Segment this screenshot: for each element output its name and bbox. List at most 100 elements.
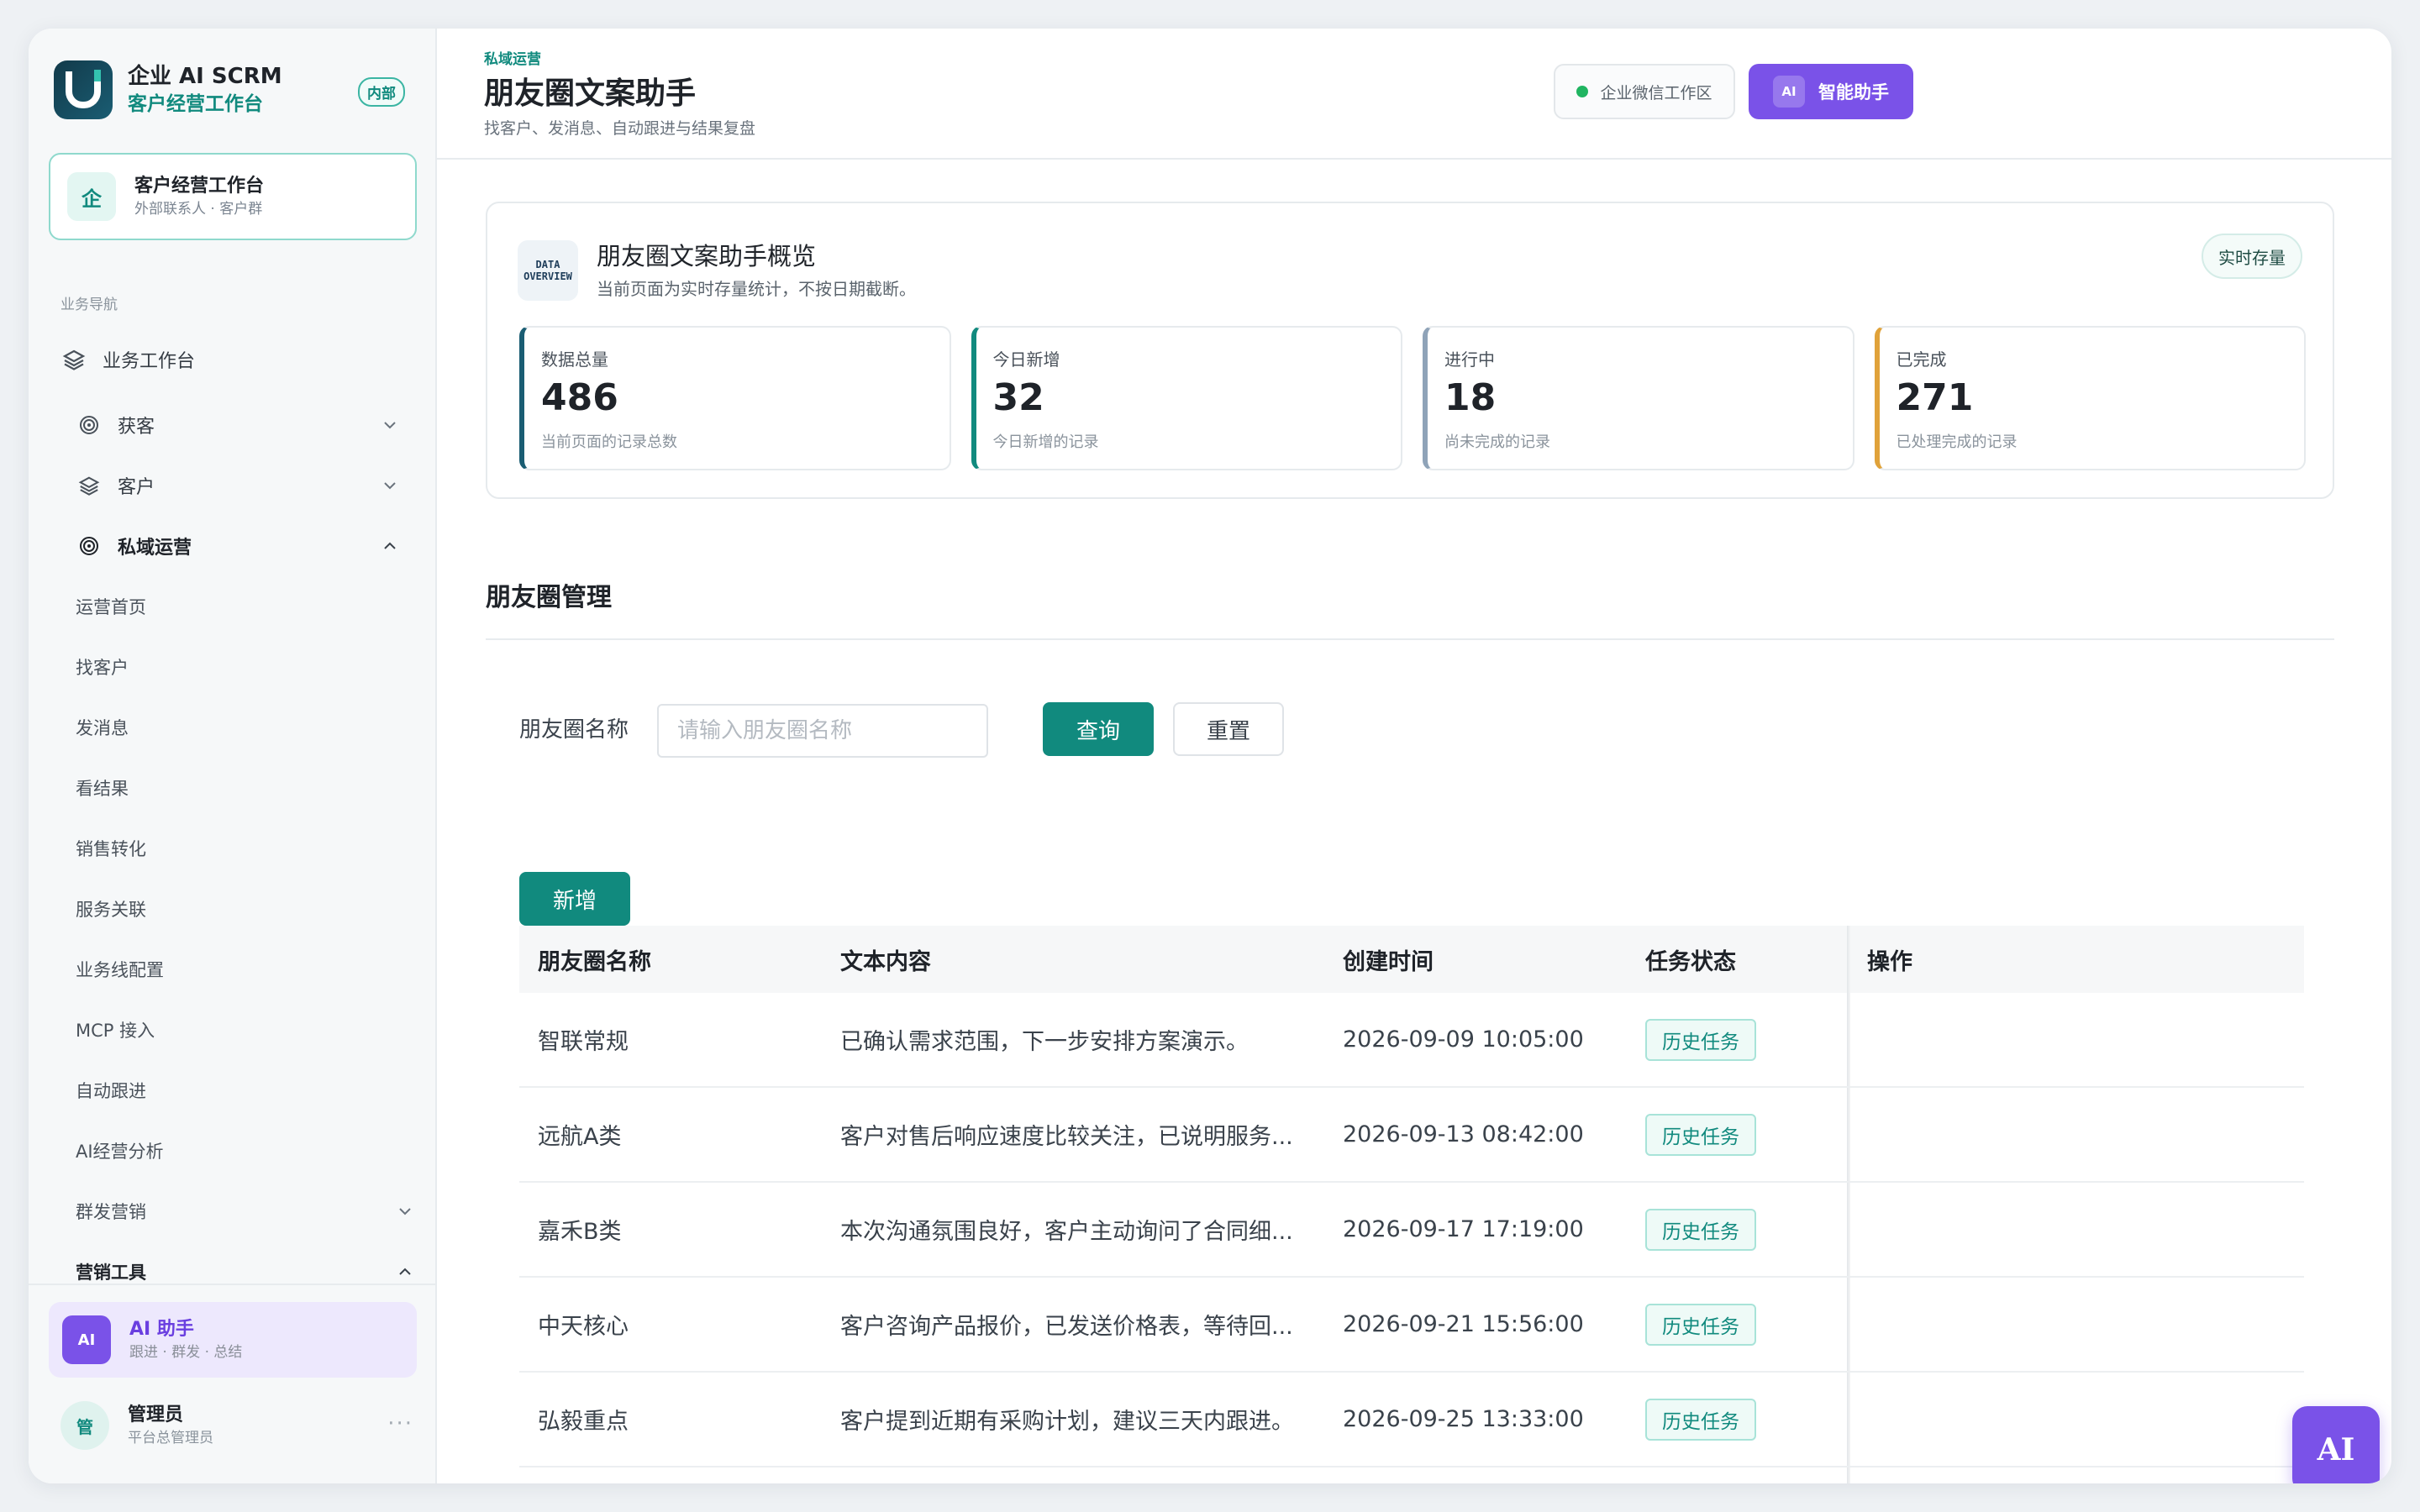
main-content: 私域运营 朋友圈文案助手 找客户、发消息、自动跟进与结果复盘 企业微信工作区 A… — [437, 29, 2391, 1483]
workspace-env-label: 企业微信工作区 — [1600, 83, 1712, 102]
table-row[interactable]: 嘉禾B类 本次沟通氛围良好，客户主动询问了合同细... 2026-09-17 17:… — [519, 1183, 2304, 1278]
sidebar-item-marketing-tools[interactable]: 营销工具 — [76, 1248, 429, 1295]
add-button[interactable]: 新增 — [519, 872, 630, 926]
status-badge: 历史任务 — [1645, 1208, 1756, 1251]
chevron-down-icon — [384, 482, 396, 490]
sidebar-item-view-results[interactable]: 看结果 — [76, 764, 429, 811]
reset-button[interactable]: 重置 — [1173, 702, 1284, 756]
ai-assistant-card[interactable]: AI AI 助手 跟进 · 群发 · 总结 — [49, 1302, 417, 1378]
chevron-up-icon — [384, 542, 396, 549]
layers-icon — [60, 346, 87, 373]
ai-card-title: AI 助手 — [129, 1319, 194, 1340]
filter-label: 朋友圈名称 — [519, 717, 629, 743]
ai-icon: AI — [1773, 76, 1805, 108]
table-row[interactable]: 智联常规 已确认需求范围，下一步安排方案演示。 2026-09-09 10:05:0… — [519, 993, 2304, 1088]
sidebar-item-label: 私域运营 — [118, 538, 192, 559]
app-window: 企业 AI SCRM 客户经营工作台 内部 企 客户经营工作台 外部联系人 · … — [29, 29, 2391, 1483]
stat-hint: 今日新增的记录 — [992, 433, 1099, 451]
status-dot-icon — [1576, 86, 1589, 97]
breadcrumb[interactable]: 私域运营 — [484, 47, 541, 68]
sidebar-item-acquire[interactable]: 获客 — [76, 402, 413, 449]
cell-created: 2026-09-09 10:05:00 — [1343, 1026, 1584, 1053]
sidebar-item-sales-conversion[interactable]: 销售转化 — [76, 825, 429, 872]
overview-title: 朋友圈文案助手概览 — [597, 242, 817, 270]
page-header: 私域运营 朋友圈文案助手 找客户、发消息、自动跟进与结果复盘 企业微信工作区 A… — [437, 29, 2391, 160]
sidebar-item-customer[interactable]: 客户 — [76, 462, 413, 509]
stat-value: 32 — [992, 376, 1044, 419]
sidebar-item-find-customer[interactable]: 找客户 — [76, 643, 429, 690]
stat-label: 今日新增 — [992, 349, 1060, 370]
sidebar-item-ai-analysis[interactable]: AI经营分析 — [76, 1127, 429, 1174]
ai-float-button[interactable]: AI — [2292, 1406, 2380, 1483]
cell-content: 客户咨询产品报价，已发送价格表，等待回... — [840, 1314, 1293, 1340]
page-subtitle: 找客户、发消息、自动跟进与结果复盘 — [484, 119, 756, 138]
sidebar-item-service-link[interactable]: 服务关联 — [76, 885, 429, 932]
stat-card-today: 今日新增 32 今日新增的记录 — [971, 326, 1402, 470]
status-badge: 历史任务 — [1645, 1113, 1756, 1156]
sidebar-item-label: 营销工具 — [76, 1263, 146, 1283]
data-overview-icon: DATA OVERVIEW — [518, 240, 578, 301]
stat-card-total: 数据总量 486 当前页面的记录总数 — [519, 326, 951, 470]
sidebar-item-label: 获客 — [118, 417, 155, 438]
more-icon[interactable]: ··· — [387, 1411, 413, 1436]
table-row[interactable]: 弘毅重点 客户提到近期有采购计划，建议三天内跟进。 2026-09-25 13:33… — [519, 1373, 2304, 1467]
section-title: 朋友圈管理 — [486, 583, 612, 612]
cell-content: 已确认需求范围，下一步安排方案演示。 — [840, 1029, 1249, 1055]
stat-card-done: 已完成 271 已处理完成的记录 — [1874, 326, 2306, 470]
section-divider — [486, 638, 2334, 640]
cell-name: 远航A类 — [538, 1124, 622, 1150]
sidebar-divider — [29, 1284, 437, 1285]
sidebar-item-business-config[interactable]: 业务线配置 — [76, 946, 429, 993]
workspace-switcher[interactable]: 企 客户经营工作台 外部联系人 · 客户群 — [49, 153, 417, 240]
table-row[interactable]: 锦程常规已确认需求范围，下一步安排方案演示。2026-09-02 11:10:0… — [519, 1467, 2304, 1483]
workspace-subtitle: 外部联系人 · 客户群 — [134, 201, 263, 218]
target-icon — [76, 533, 103, 559]
sidebar: 企业 AI SCRM 客户经营工作台 内部 企 客户经营工作台 外部联系人 · … — [29, 29, 437, 1483]
enterprise-icon: 企 — [67, 172, 116, 221]
sidebar-item-private-ops[interactable]: 私域运营 — [76, 522, 413, 570]
stats-row: 数据总量 486 当前页面的记录总数 今日新增 32 今日新增的记录 进行中 1… — [519, 326, 2306, 470]
user-profile[interactable]: 管 管理员 平台总管理员 ··· — [60, 1396, 413, 1455]
cell-name: 中天核心 — [538, 1314, 629, 1340]
sidebar-item-auto-follow[interactable]: 自动跟进 — [76, 1067, 429, 1114]
table-row[interactable]: 中天核心 客户咨询产品报价，已发送价格表，等待回... 2026-09-21 15:… — [519, 1278, 2304, 1373]
cell-created: 2026-09-13 08:42:00 — [1343, 1121, 1584, 1147]
cell-content: 本次沟通氛围良好，客户主动询问了合同细... — [840, 1219, 1293, 1245]
realtime-stock-pill[interactable]: 实时存量 — [2202, 234, 2302, 279]
sidebar-item-label: 群发营销 — [76, 1202, 146, 1222]
cell-created: 2026-09-25 13:33:00 — [1343, 1406, 1584, 1432]
column-header-name[interactable]: 朋友圈名称 — [538, 943, 651, 976]
ai-card-subtitle: 跟进 · 群发 · 总结 — [129, 1344, 243, 1361]
stat-label: 已完成 — [1896, 349, 1947, 370]
moments-name-input[interactable] — [657, 704, 988, 758]
chevron-down-icon — [384, 422, 396, 429]
internal-badge: 内部 — [358, 77, 405, 107]
chevron-up-icon — [399, 1268, 411, 1275]
sidebar-item-mass-marketing[interactable]: 群发营销 — [76, 1188, 429, 1235]
status-badge: 历史任务 — [1645, 1398, 1756, 1441]
stat-hint: 已处理完成的记录 — [1896, 433, 2018, 451]
cell-created: 2026-09-21 15:56:00 — [1343, 1311, 1584, 1337]
cell-created: 2026-09-17 17:19:00 — [1343, 1216, 1584, 1242]
column-header-status[interactable]: 任务状态 — [1645, 943, 1736, 976]
user-name: 管理员 — [128, 1404, 184, 1425]
sidebar-item-workbench[interactable]: 业务工作台 — [60, 336, 413, 383]
moments-table: 朋友圈名称 文本内容 创建时间 任务状态 操作 智联常规 已确认需求范围，下一步安… — [519, 926, 2304, 1483]
sidebar-item-mcp[interactable]: MCP 接入 — [76, 1006, 429, 1053]
smart-assistant-button[interactable]: AI 智能助手 — [1749, 64, 1913, 119]
column-header-content[interactable]: 文本内容 — [840, 943, 1319, 976]
table-row[interactable]: 远航A类 客户对售后响应速度比较关注，已说明服务... 2026-09-13 08:… — [519, 1088, 2304, 1183]
layers-icon — [76, 472, 103, 499]
table-header: 朋友圈名称 文本内容 创建时间 任务状态 操作 — [519, 926, 2304, 993]
brand[interactable]: 企业 AI SCRM 客户经营工作台 — [54, 60, 282, 119]
overview-card: DATA OVERVIEW 朋友圈文案助手概览 当前页面为实时存量统计，不按日期… — [486, 202, 2334, 499]
status-badge: 历史任务 — [1645, 1018, 1756, 1061]
column-header-created[interactable]: 创建时间 — [1343, 943, 1434, 976]
sidebar-item-send-message[interactable]: 发消息 — [76, 704, 429, 751]
query-button[interactable]: 查询 — [1043, 702, 1154, 756]
workspace-env-button[interactable]: 企业微信工作区 — [1554, 64, 1735, 119]
status-badge: 历史任务 — [1645, 1303, 1756, 1346]
cell-content: 客户对售后响应速度比较关注，已说明服务... — [840, 1124, 1293, 1150]
column-header-actions: 操作 — [1867, 948, 1912, 975]
sidebar-item-ops-home[interactable]: 运营首页 — [76, 583, 429, 630]
